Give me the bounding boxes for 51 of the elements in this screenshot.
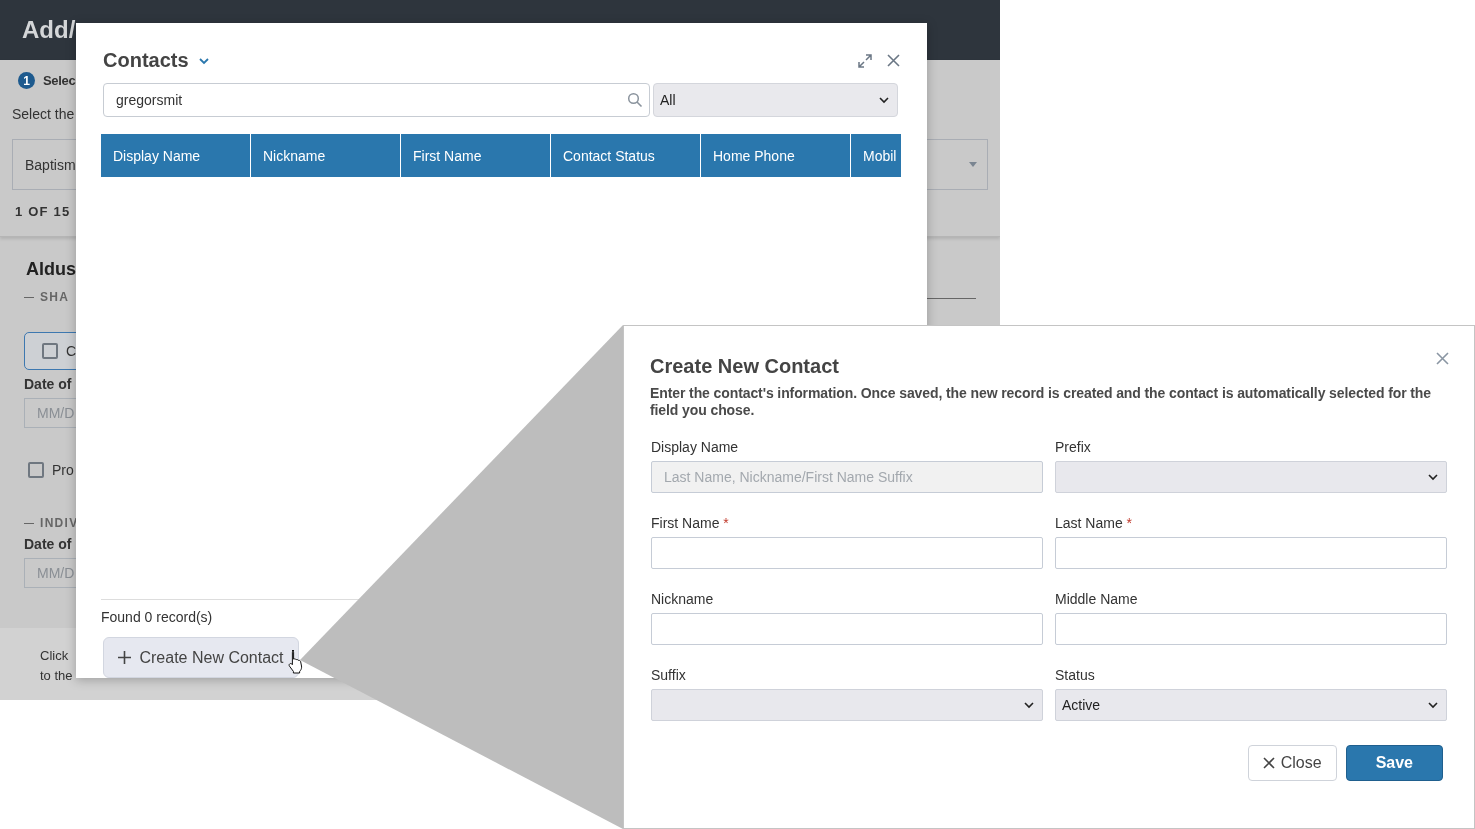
record-counter: 1 OF 15: [14, 204, 71, 219]
field-label: Display Name: [651, 439, 739, 455]
search-field[interactable]: gregorsmit: [103, 83, 650, 117]
record-count: Found 0 record(s): [101, 609, 213, 625]
select-field[interactable]: [651, 689, 1043, 721]
select-field[interactable]: Active: [1055, 689, 1447, 721]
text-field[interactable]: [651, 613, 1043, 645]
field-label: Middle Name: [1055, 591, 1138, 607]
field-label: Nickname: [651, 591, 714, 607]
dialog-title: Create New Contact: [650, 355, 839, 378]
column-header[interactable]: Nickname: [251, 134, 401, 177]
person-name: Aldus: [26, 259, 76, 280]
column-header[interactable]: Mobil: [851, 134, 901, 177]
filter-select[interactable]: All: [653, 83, 898, 117]
checkbox[interactable]: [28, 462, 44, 478]
field-label: Date of: [24, 376, 72, 392]
search-icon[interactable]: [627, 92, 643, 108]
close-icon[interactable]: [887, 54, 900, 67]
column-header[interactable]: First Name: [401, 134, 551, 177]
column-header[interactable]: Display Name: [101, 134, 251, 177]
checkbox-label: Pro: [52, 462, 74, 478]
checkbox[interactable]: [42, 343, 58, 359]
field-label: Suffix: [651, 667, 686, 683]
page-title: Add/: [22, 16, 76, 44]
close-icon: [1262, 757, 1275, 769]
text-field[interactable]: [1055, 537, 1447, 569]
instruction-text: Select the: [12, 106, 75, 122]
field-label: First Name *: [651, 515, 729, 531]
expand-icon[interactable]: [857, 52, 873, 69]
close-button[interactable]: Close: [1247, 745, 1337, 781]
caret-icon: [969, 162, 977, 167]
footer-text: Click: [40, 647, 69, 665]
text-field[interactable]: [1055, 613, 1447, 645]
plus-icon: [118, 651, 132, 664]
pointer-hand-icon: [287, 649, 305, 674]
footer-text: to the: [40, 667, 73, 685]
column-header[interactable]: Contact Status: [551, 134, 701, 177]
dialog-title: Contacts: [103, 49, 189, 72]
field-label: Prefix: [1055, 439, 1091, 455]
save-button[interactable]: Save: [1345, 745, 1443, 781]
column-header[interactable]: Home Phone: [701, 134, 851, 177]
field-label: Last Name *: [1055, 515, 1133, 531]
select-field[interactable]: [1055, 461, 1447, 493]
text-field[interactable]: [651, 537, 1043, 569]
step-number: 1: [18, 72, 35, 89]
field-label: Date of: [24, 536, 72, 552]
dialog-description: Enter the contact's information. Once saved, the new record is created and the contact is automatically selected for the field you chose.: [650, 385, 1432, 419]
close-icon[interactable]: [1436, 352, 1449, 365]
field-label: Status: [1055, 667, 1095, 683]
step-label: Selec: [43, 73, 76, 88]
create-contact-button[interactable]: Create New Contact: [103, 637, 299, 678]
